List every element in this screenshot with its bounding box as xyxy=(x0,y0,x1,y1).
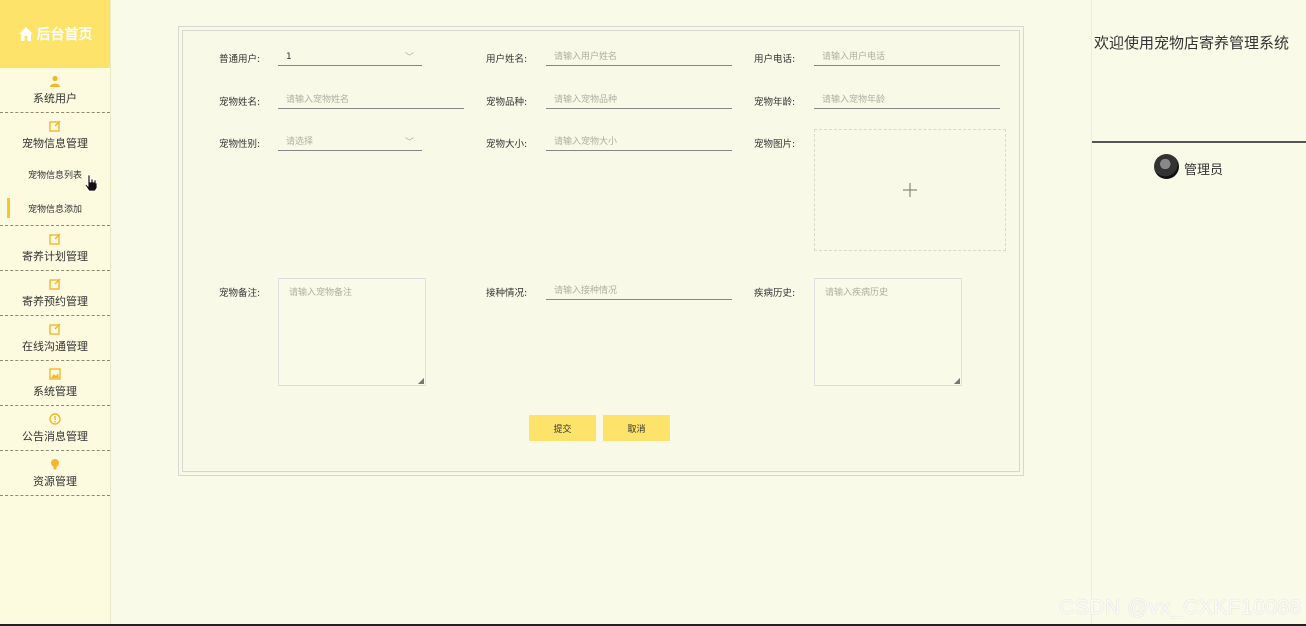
sidebar-item-online-chat[interactable]: 在线沟通管理 xyxy=(0,316,110,361)
user-name-placeholder: 请输入用户姓名 xyxy=(554,52,618,62)
sidebar-subitem-label: 宠物信息添加 xyxy=(28,204,83,215)
sidebar-item-pet-info[interactable]: 宠物信息管理 xyxy=(0,113,110,157)
disease-label: 疾病历史: xyxy=(754,288,796,299)
sidebar-item-label: 寄养预约管理 xyxy=(22,294,88,308)
cancel-button[interactable]: 取消 xyxy=(603,415,670,441)
pet-age-input[interactable]: 请输入宠物年龄 xyxy=(814,91,1000,109)
pet-image-upload[interactable] xyxy=(814,129,1006,251)
info-icon xyxy=(49,412,61,425)
pet-add-form: 普通用户: 1 ﹀ 用户姓名: 请输入用户姓名 用户电话: 请输入用户电话 宠物… xyxy=(178,26,1024,476)
sidebar-item-foster-booking[interactable]: 寄养预约管理 xyxy=(0,271,110,316)
home-label: 后台首页 xyxy=(36,27,93,43)
sidebar-item-label: 宠物信息管理 xyxy=(22,136,88,150)
admin-name[interactable]: 管理员 xyxy=(1184,159,1223,178)
pet-breed-input[interactable]: 请输入宠物品种 xyxy=(546,91,732,109)
pet-name-label: 宠物姓名: xyxy=(219,97,261,108)
sidebar-subitem-pet-add[interactable]: 宠物信息添加 xyxy=(0,191,110,226)
welcome-text: 欢迎使用宠物店寄养管理系统 xyxy=(1094,34,1290,52)
user-phone-label: 用户电话: xyxy=(754,54,796,65)
user-select[interactable]: 1 ﹀ xyxy=(278,48,422,66)
user-icon xyxy=(50,75,60,87)
pet-size-label: 宠物大小: xyxy=(486,139,528,150)
user-phone-input[interactable]: 请输入用户电话 xyxy=(814,48,1000,66)
pet-name-input[interactable]: 请输入宠物姓名 xyxy=(278,91,464,109)
chevron-down-icon: ﹀ xyxy=(404,53,414,63)
pet-age-placeholder: 请输入宠物年龄 xyxy=(822,95,886,105)
sidebar: 后台首页 系统用户 宠物信息管理 宠物信息列表 宠物信息添加 寄养计划管理 寄养… xyxy=(0,0,111,626)
pet-gender-placeholder: 请选择 xyxy=(286,137,314,147)
pet-note-placeholder: 请输入宠物备注 xyxy=(289,288,353,298)
pet-breed-label: 宠物品种: xyxy=(486,97,528,108)
avatar[interactable] xyxy=(1154,154,1179,179)
user-select-value: 1 xyxy=(286,52,292,62)
vaccine-placeholder: 请输入接种情况 xyxy=(554,286,618,296)
pet-breed-placeholder: 请输入宠物品种 xyxy=(554,95,618,105)
pet-size-placeholder: 请输入宠物大小 xyxy=(554,137,618,147)
pet-name-placeholder: 请输入宠物姓名 xyxy=(286,95,350,105)
pet-gender-select[interactable]: 请选择 ﹀ xyxy=(278,133,422,151)
submit-button[interactable]: 提交 xyxy=(529,415,596,441)
sidebar-item-label: 寄养计划管理 xyxy=(22,249,88,263)
user-name-input[interactable]: 请输入用户姓名 xyxy=(546,48,732,66)
resize-grip-icon[interactable]: ◢ xyxy=(954,376,960,385)
chevron-down-icon: ﹀ xyxy=(404,138,414,148)
user-phone-placeholder: 请输入用户电话 xyxy=(822,52,886,62)
sidebar-item-system-user[interactable]: 系统用户 xyxy=(0,68,110,113)
home-icon xyxy=(18,27,33,41)
user-label: 普通用户: xyxy=(219,54,261,65)
sidebar-item-label: 资源管理 xyxy=(33,474,77,488)
sidebar-item-label: 公告消息管理 xyxy=(22,429,88,443)
image-icon xyxy=(49,367,61,380)
pet-age-label: 宠物年龄: xyxy=(754,97,796,108)
watermark: CSDN @vx_CXKF10088 xyxy=(1059,596,1302,619)
edit-icon xyxy=(49,233,61,245)
resize-grip-icon[interactable]: ◢ xyxy=(418,376,424,385)
sidebar-item-system-manage[interactable]: 系统管理 xyxy=(0,361,110,406)
edit-icon xyxy=(49,120,61,132)
disease-placeholder: 请输入疾病历史 xyxy=(825,288,889,298)
right-panel: 欢迎使用宠物店寄养管理系统 管理员 xyxy=(1091,0,1306,626)
pet-note-label: 宠物备注: xyxy=(219,288,261,299)
edit-icon xyxy=(49,278,61,290)
divider xyxy=(1092,141,1306,143)
sidebar-item-label: 在线沟通管理 xyxy=(22,339,88,353)
pet-note-textarea[interactable]: 请输入宠物备注 ◢ xyxy=(278,278,426,386)
hand-cursor-icon xyxy=(84,174,98,192)
sidebar-item-label: 系统用户 xyxy=(33,91,77,105)
pet-gender-label: 宠物性别: xyxy=(219,139,261,150)
sidebar-item-announcement[interactable]: 公告消息管理 xyxy=(0,406,110,451)
sidebar-subitem-label: 宠物信息列表 xyxy=(28,170,83,181)
disease-textarea[interactable]: 请输入疾病历史 ◢ xyxy=(814,278,962,386)
sidebar-item-label: 系统管理 xyxy=(33,384,77,398)
bulb-icon xyxy=(51,458,59,469)
plus-icon xyxy=(903,183,917,197)
sidebar-item-foster-plan[interactable]: 寄养计划管理 xyxy=(0,226,110,271)
edit-icon xyxy=(49,323,61,335)
pet-size-input[interactable]: 请输入宠物大小 xyxy=(546,133,732,151)
vaccine-label: 接种情况: xyxy=(486,288,528,299)
sidebar-item-resource[interactable]: 资源管理 xyxy=(0,451,110,496)
home-button[interactable]: 后台首页 xyxy=(0,0,110,68)
pet-image-label: 宠物图片: xyxy=(754,139,796,150)
vaccine-input[interactable]: 请输入接种情况 xyxy=(546,282,732,300)
user-name-label: 用户姓名: xyxy=(486,54,528,65)
